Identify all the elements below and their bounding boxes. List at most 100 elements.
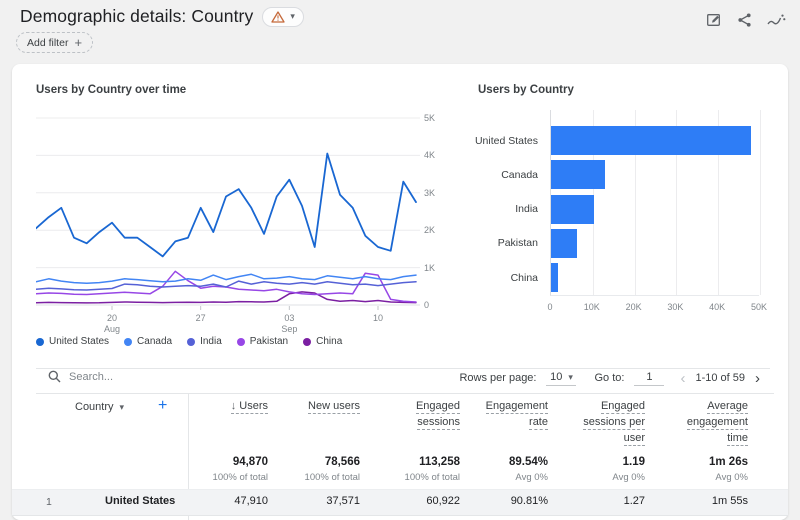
cell-value: 1m 55s <box>712 495 748 507</box>
totals-value: 89.54% <box>509 456 548 468</box>
x-tick-label: 50K <box>744 302 774 312</box>
dimension-header-country[interactable]: Country ▾ <box>75 401 124 413</box>
column-header-users[interactable]: ↓Users <box>231 400 268 416</box>
cell-value: 47,910 <box>234 495 268 507</box>
y-tick-label: 0 <box>424 300 450 310</box>
totals-value: 1.19 <box>612 456 645 468</box>
next-page-icon[interactable]: › <box>755 371 760 386</box>
totals-cell: 78,566 100% of total <box>305 456 360 483</box>
legend-label: China <box>316 336 342 347</box>
goto-page-input[interactable]: 1 <box>634 370 664 386</box>
chevron-down-icon: ▾ <box>290 12 295 21</box>
x-tick-label: 10 <box>361 313 395 324</box>
column-header-average-engagement-time[interactable]: Averageengagementtime <box>687 400 748 448</box>
sampling-warning-pill[interactable]: ▾ <box>262 7 304 27</box>
search-input[interactable] <box>69 371 229 383</box>
legend-label: Canada <box>137 336 172 347</box>
x-tick-label: 03Sep <box>272 313 306 335</box>
row-index: 1 <box>46 496 52 508</box>
column-header-new-users[interactable]: New users <box>308 400 360 416</box>
share-icon[interactable] <box>737 12 752 28</box>
cell-value: 90.81% <box>511 495 548 507</box>
totals-value: 1m 26s <box>709 456 748 468</box>
add-filter-label: Add filter <box>27 37 68 49</box>
y-tick-label: 2K <box>424 225 450 235</box>
legend-item-china: China <box>303 336 342 347</box>
warning-triangle-icon <box>271 11 285 23</box>
totals-subtext: Avg 0% <box>612 472 645 483</box>
totals-subtext: Avg 0% <box>509 472 548 483</box>
report-toolbar <box>706 12 786 28</box>
legend-item-canada: Canada <box>124 336 172 347</box>
rows-per-page-value: 10 <box>550 371 562 383</box>
row-country: United States <box>105 495 175 507</box>
legend-dot-icon <box>303 338 311 346</box>
legend-label: United States <box>49 336 109 347</box>
legend-label: Pakistan <box>250 336 288 347</box>
pagination-controls: Rows per page: 10 ▾ Go to: 1 ‹ 1-10 of 5… <box>459 370 760 386</box>
add-filter-button[interactable]: Add filter + <box>16 32 93 53</box>
line-chart-legend: United States Canada India Pakistan Chin… <box>36 336 342 347</box>
column-header-engagement-rate[interactable]: Engagementrate <box>486 400 548 432</box>
totals-subtext: 100% of total <box>213 472 268 483</box>
bar-united-states <box>551 126 751 155</box>
page-title: Demographic details: Country <box>20 6 253 27</box>
x-tick-label: 10K <box>577 302 607 312</box>
totals-value: 94,870 <box>213 456 268 468</box>
report-card: Users by Country over time 5K4K3K2K1K0 2… <box>12 64 788 520</box>
bar-canada <box>551 160 605 189</box>
x-tick-label: 20K <box>619 302 649 312</box>
cell-value: 1.27 <box>624 495 645 507</box>
y-tick-label: 5K <box>424 113 450 123</box>
legend-dot-icon <box>124 338 132 346</box>
rows-per-page-select[interactable]: 10 ▾ <box>546 370 576 386</box>
insights-icon[interactable] <box>767 13 786 28</box>
totals-cell: 1.19 Avg 0% <box>612 456 645 483</box>
goto-page-value: 1 <box>646 371 652 383</box>
y-tick-label: 4K <box>424 150 450 160</box>
column-header-engaged-sessions-per-user[interactable]: Engagedsessions peruser <box>583 400 645 448</box>
pagination-range: 1-10 of 59 <box>695 372 745 384</box>
report-header: Demographic details: Country ▾ <box>20 6 304 27</box>
users-over-time-line-chart <box>36 110 420 312</box>
totals-cell: 89.54% Avg 0% <box>509 456 548 483</box>
x-tick-label: 20Aug <box>95 313 129 335</box>
previous-page-icon[interactable]: ‹ <box>680 371 685 386</box>
bar-category-label: Pakistan <box>412 237 538 249</box>
plus-icon: + <box>74 36 82 49</box>
dimension-header-label: Country <box>75 401 114 413</box>
totals-subtext: 100% of total <box>305 472 360 483</box>
users-by-country-bar-chart <box>550 110 759 296</box>
chevron-down-icon: ▾ <box>120 403 125 412</box>
totals-cell: 113,258 100% of total <box>405 456 460 483</box>
table-top-border <box>36 393 774 394</box>
bar-category-label: China <box>412 272 538 284</box>
x-tick-label: 27 <box>184 313 218 324</box>
legend-dot-icon <box>187 338 195 346</box>
totals-value: 113,258 <box>405 456 460 468</box>
totals-cell: 94,870 100% of total <box>213 456 268 483</box>
totals-subtext: Avg 0% <box>709 472 748 483</box>
sort-descending-icon: ↓ <box>231 400 237 412</box>
add-column-button[interactable]: + <box>158 397 167 415</box>
totals-subtext: 100% of total <box>405 472 460 483</box>
legend-dot-icon <box>36 338 44 346</box>
bar-chart-title: Users by Country <box>478 84 574 96</box>
chevron-down-icon: ▾ <box>568 373 573 382</box>
bar-china <box>551 263 558 292</box>
goto-label: Go to: <box>594 372 624 384</box>
legend-item-india: India <box>187 336 222 347</box>
line-chart-title: Users by Country over time <box>36 84 186 96</box>
line-series-united-states <box>36 154 416 257</box>
line-series-canada <box>36 274 416 283</box>
x-tick-label: 30K <box>660 302 690 312</box>
bar-pakistan <box>551 229 577 258</box>
bar-category-label: United States <box>412 135 538 147</box>
column-header-engaged-sessions[interactable]: Engagedsessions <box>416 400 460 432</box>
x-tick-label: 0 <box>535 302 565 312</box>
cell-value: 60,922 <box>426 495 460 507</box>
cell-value: 37,571 <box>326 495 360 507</box>
rows-per-page-label: Rows per page: <box>459 372 536 384</box>
table-search <box>48 370 229 383</box>
customize-report-icon[interactable] <box>706 12 722 28</box>
